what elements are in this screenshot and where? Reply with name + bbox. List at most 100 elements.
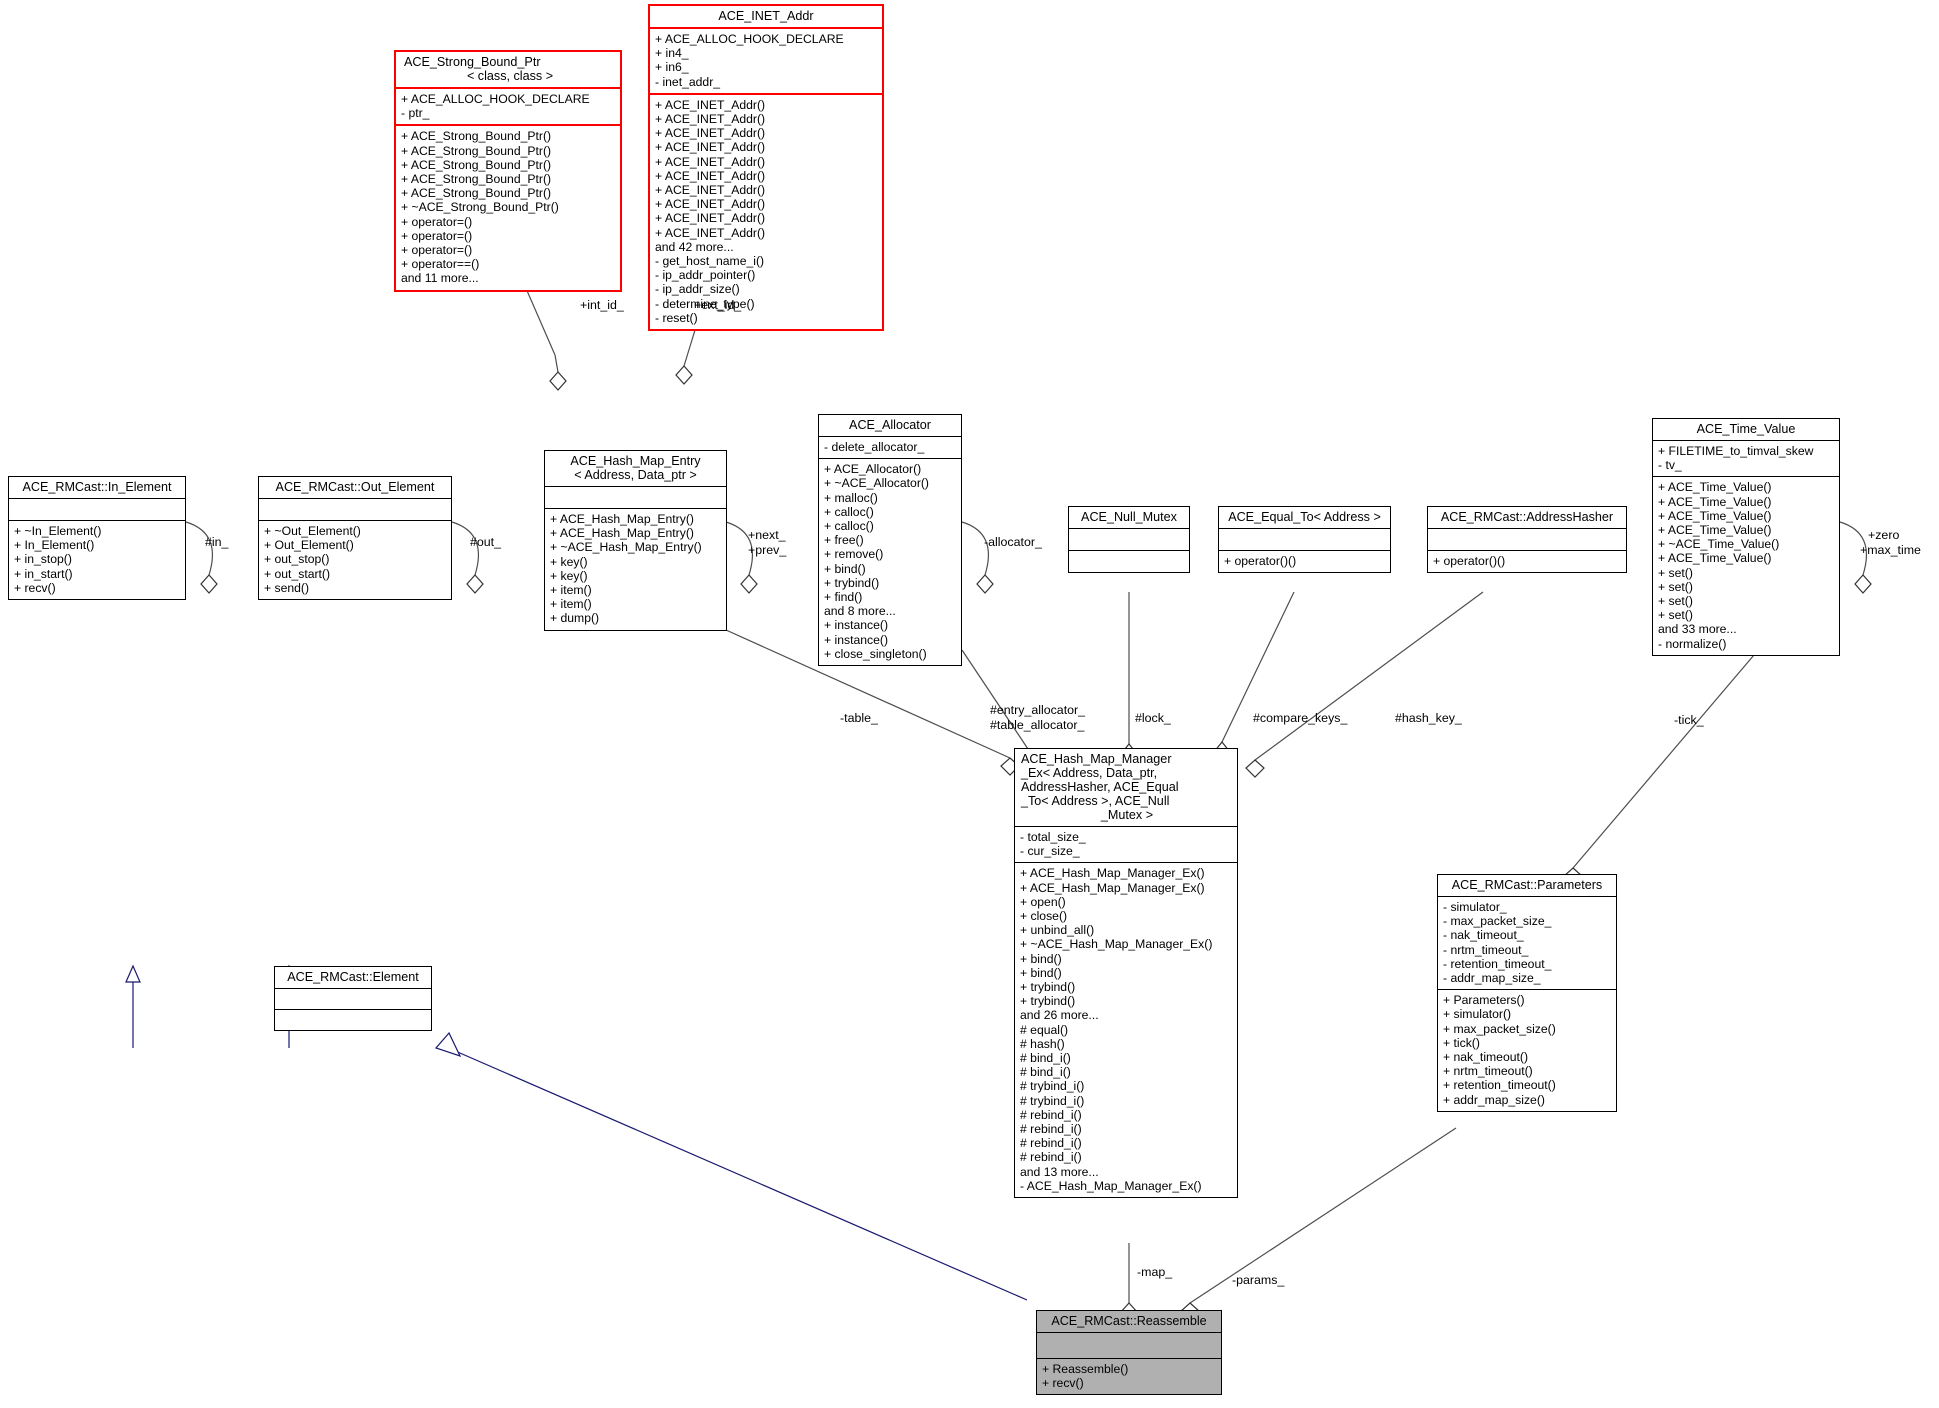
- class-operations-ace-rmcast-out-element: + ~Out_Element() + Out_Element() + out_s…: [259, 520, 451, 599]
- operation-row: # equal(): [1020, 1022, 1069, 1037]
- operation-row: + Reassemble(): [1042, 1362, 1129, 1376]
- class-title-ace-null-mutex: ACE_Null_Mutex: [1081, 510, 1177, 524]
- operation-row: - ACE_Hash_Map_Manager_Ex(): [1020, 1178, 1202, 1193]
- class-box-ace-inet-addr[interactable]: ACE_INET_Addr + ACE_ALLOC_HOOK_DECLARE +…: [648, 4, 884, 332]
- operation-row: - determine_type(): [655, 296, 755, 311]
- class-title-ace-time-value: ACE_Time_Value: [1696, 422, 1796, 436]
- class-box-ace-rmcast-addresshasher[interactable]: ACE_RMCast::AddressHasher + operator()(): [1427, 506, 1627, 574]
- operation-row: + ~In_Element(): [14, 524, 102, 538]
- class-box-ace-time-value[interactable]: ACE_Time_Value + FILETIME_to_timval_skew…: [1652, 418, 1840, 656]
- class-box-ace-hash-map-manager-ex[interactable]: ACE_Hash_Map_Manager _Ex< Address, Data_…: [1014, 748, 1238, 1199]
- attribute-row: + ACE_ALLOC_HOOK_DECLARE: [655, 32, 844, 46]
- class-box-ace-allocator[interactable]: ACE_Allocator - delete_allocator_ + ACE_…: [818, 414, 962, 667]
- class-attributes-ace-inet-addr: + ACE_ALLOC_HOOK_DECLARE + in4_ + in6_ -…: [650, 27, 882, 93]
- operation-row: + calloc(): [824, 519, 874, 534]
- operation-row: + ACE_Time_Value(): [1658, 523, 1772, 538]
- operation-row: + max_packet_size(): [1443, 1021, 1556, 1036]
- class-template-params: < class, class >: [466, 69, 554, 83]
- operation-row: + trybind(): [1020, 994, 1076, 1009]
- class-box-ace-rmcast-reassemble[interactable]: ACE_RMCast::Reassemble + Reassemble() + …: [1036, 1310, 1222, 1396]
- operation-row: + In_Element(): [14, 538, 95, 553]
- attribute-row: - tv_: [1658, 458, 1682, 473]
- class-attributes-ace-strong-bound-ptr: + ACE_ALLOC_HOOK_DECLARE - ptr_: [396, 87, 620, 124]
- class-attributes-ace-hash-map-manager-ex: - total_size_ - cur_size_: [1015, 826, 1237, 862]
- class-box-ace-null-mutex[interactable]: ACE_Null_Mutex: [1068, 506, 1190, 573]
- edge-label-out: #out_: [470, 535, 502, 549]
- class-attributes-ace-allocator: - delete_allocator_: [819, 436, 961, 458]
- operation-row: + ACE_Time_Value(): [1658, 508, 1772, 523]
- operation-row: + ~ACE_Hash_Map_Entry(): [550, 540, 702, 555]
- operation-row: + ~Out_Element(): [264, 524, 361, 538]
- operation-row: + addr_map_size(): [1443, 1092, 1545, 1107]
- class-operations-ace-inet-addr: + ACE_INET_Addr() + ACE_INET_Addr() + AC…: [650, 92, 882, 329]
- class-operations-ace-allocator: + ACE_Allocator() + ~ACE_Allocator() + m…: [819, 458, 961, 665]
- operation-row: + ~ACE_Strong_Bound_Ptr(): [401, 200, 559, 215]
- operation-row: - reset(): [655, 310, 698, 325]
- operation-row: + trybind(): [824, 575, 880, 590]
- class-attributes-ace-rmcast-parameters: - simulator_ - max_packet_size_ - nak_ti…: [1438, 896, 1616, 989]
- operation-row: + set(): [1658, 594, 1693, 609]
- operation-row: - normalize(): [1658, 636, 1727, 651]
- operation-row: + trybind(): [1020, 980, 1076, 995]
- edge-label-zero: +zero: [1868, 528, 1900, 542]
- edge-label-prev: +prev_: [748, 543, 787, 557]
- operation-row: + in_start(): [14, 566, 73, 581]
- operation-row: + operator=(): [401, 243, 473, 258]
- operation-row: + ACE_Strong_Bound_Ptr(): [401, 129, 552, 144]
- class-operations-ace-rmcast-in-element: + ~In_Element() + In_Element() + in_stop…: [9, 520, 185, 599]
- class-box-ace-strong-bound-ptr[interactable]: ACE_Strong_Bound_Ptr < class, class > + …: [394, 50, 622, 292]
- operation-row: + ACE_Time_Value(): [1658, 494, 1772, 509]
- operation-row: + ACE_Hash_Map_Manager_Ex(): [1020, 880, 1205, 895]
- class-title-ace-rmcast-addresshasher: ACE_RMCast::AddressHasher: [1440, 510, 1614, 524]
- operation-row: + ACE_INET_Addr(): [655, 140, 766, 155]
- operation-row: and 11 more...: [401, 271, 479, 286]
- edge-label-table: -table_: [840, 711, 878, 725]
- operation-row: + set(): [1658, 565, 1693, 580]
- edge-label-hash-key: #hash_key_: [1395, 711, 1462, 725]
- operation-row: + calloc(): [824, 504, 874, 519]
- class-operations-ace-equal-to: + operator()(): [1219, 550, 1390, 572]
- operation-row: + ACE_INET_Addr(): [655, 97, 766, 112]
- operation-row: + simulator(): [1443, 1007, 1512, 1022]
- operation-row: # trybind_i(): [1020, 1079, 1085, 1094]
- operation-row: + key(): [550, 568, 588, 583]
- class-operations-ace-rmcast-addresshasher: + operator()(): [1428, 550, 1626, 572]
- operation-row: + remove(): [824, 547, 884, 562]
- operation-row: and 26 more...: [1020, 1008, 1099, 1023]
- edge-label-lock: #lock_: [1135, 711, 1171, 725]
- operation-row: + ACE_INET_Addr(): [655, 197, 766, 212]
- attribute-row: - addr_map_size_: [1443, 971, 1541, 986]
- operation-row: + operator()(): [1433, 554, 1506, 568]
- operation-row: # rebind_i(): [1020, 1136, 1082, 1151]
- attribute-row: - simulator_: [1443, 900, 1507, 914]
- class-box-ace-equal-to[interactable]: ACE_Equal_To< Address > + operator()(): [1218, 506, 1391, 574]
- class-attributes-ace-rmcast-reassemble: [1037, 1332, 1221, 1358]
- operation-row: and 42 more...: [655, 239, 734, 254]
- operation-row: + operator()(): [1224, 554, 1297, 568]
- operation-row: + operator=(): [401, 228, 473, 243]
- class-box-ace-rmcast-in-element[interactable]: ACE_RMCast::In_Element + ~In_Element() +…: [8, 476, 186, 601]
- class-box-ace-rmcast-parameters[interactable]: ACE_RMCast::Parameters - simulator_ - ma…: [1437, 874, 1617, 1112]
- class-title-line: _To< Address >, ACE_Null: [1021, 794, 1170, 808]
- attribute-row: - total_size_: [1020, 830, 1086, 844]
- attribute-row: + in4_: [655, 46, 689, 61]
- operation-row: + open(): [1020, 894, 1066, 909]
- class-box-ace-rmcast-element[interactable]: ACE_RMCast::Element: [274, 966, 432, 1031]
- class-attributes-ace-hash-map-entry: [545, 486, 726, 508]
- edge-label-compare-keys: #compare_keys_: [1253, 711, 1348, 725]
- operation-row: + close_singleton(): [824, 646, 927, 661]
- operation-row: + item(): [550, 597, 592, 612]
- operation-row: + ACE_Strong_Bound_Ptr(): [401, 186, 552, 201]
- operation-row: + set(): [1658, 608, 1693, 623]
- class-title-line: ACE_Hash_Map_Manager: [1021, 752, 1172, 766]
- attribute-row: + in6_: [655, 60, 689, 75]
- operation-row: + ACE_Hash_Map_Entry(): [550, 526, 694, 541]
- operation-row: # bind_i(): [1020, 1051, 1071, 1066]
- class-title-ace-rmcast-in-element: ACE_RMCast::In_Element: [22, 480, 172, 494]
- class-box-ace-hash-map-entry[interactable]: ACE_Hash_Map_Entry < Address, Data_ptr >…: [544, 450, 727, 631]
- operation-row: + Parameters(): [1443, 993, 1525, 1008]
- operation-row: + in_stop(): [14, 552, 72, 567]
- class-attributes-ace-rmcast-element: [275, 988, 431, 1009]
- class-box-ace-rmcast-out-element[interactable]: ACE_RMCast::Out_Element + ~Out_Element()…: [258, 476, 452, 601]
- class-operations-ace-rmcast-reassemble: + Reassemble() + recv(): [1037, 1358, 1221, 1394]
